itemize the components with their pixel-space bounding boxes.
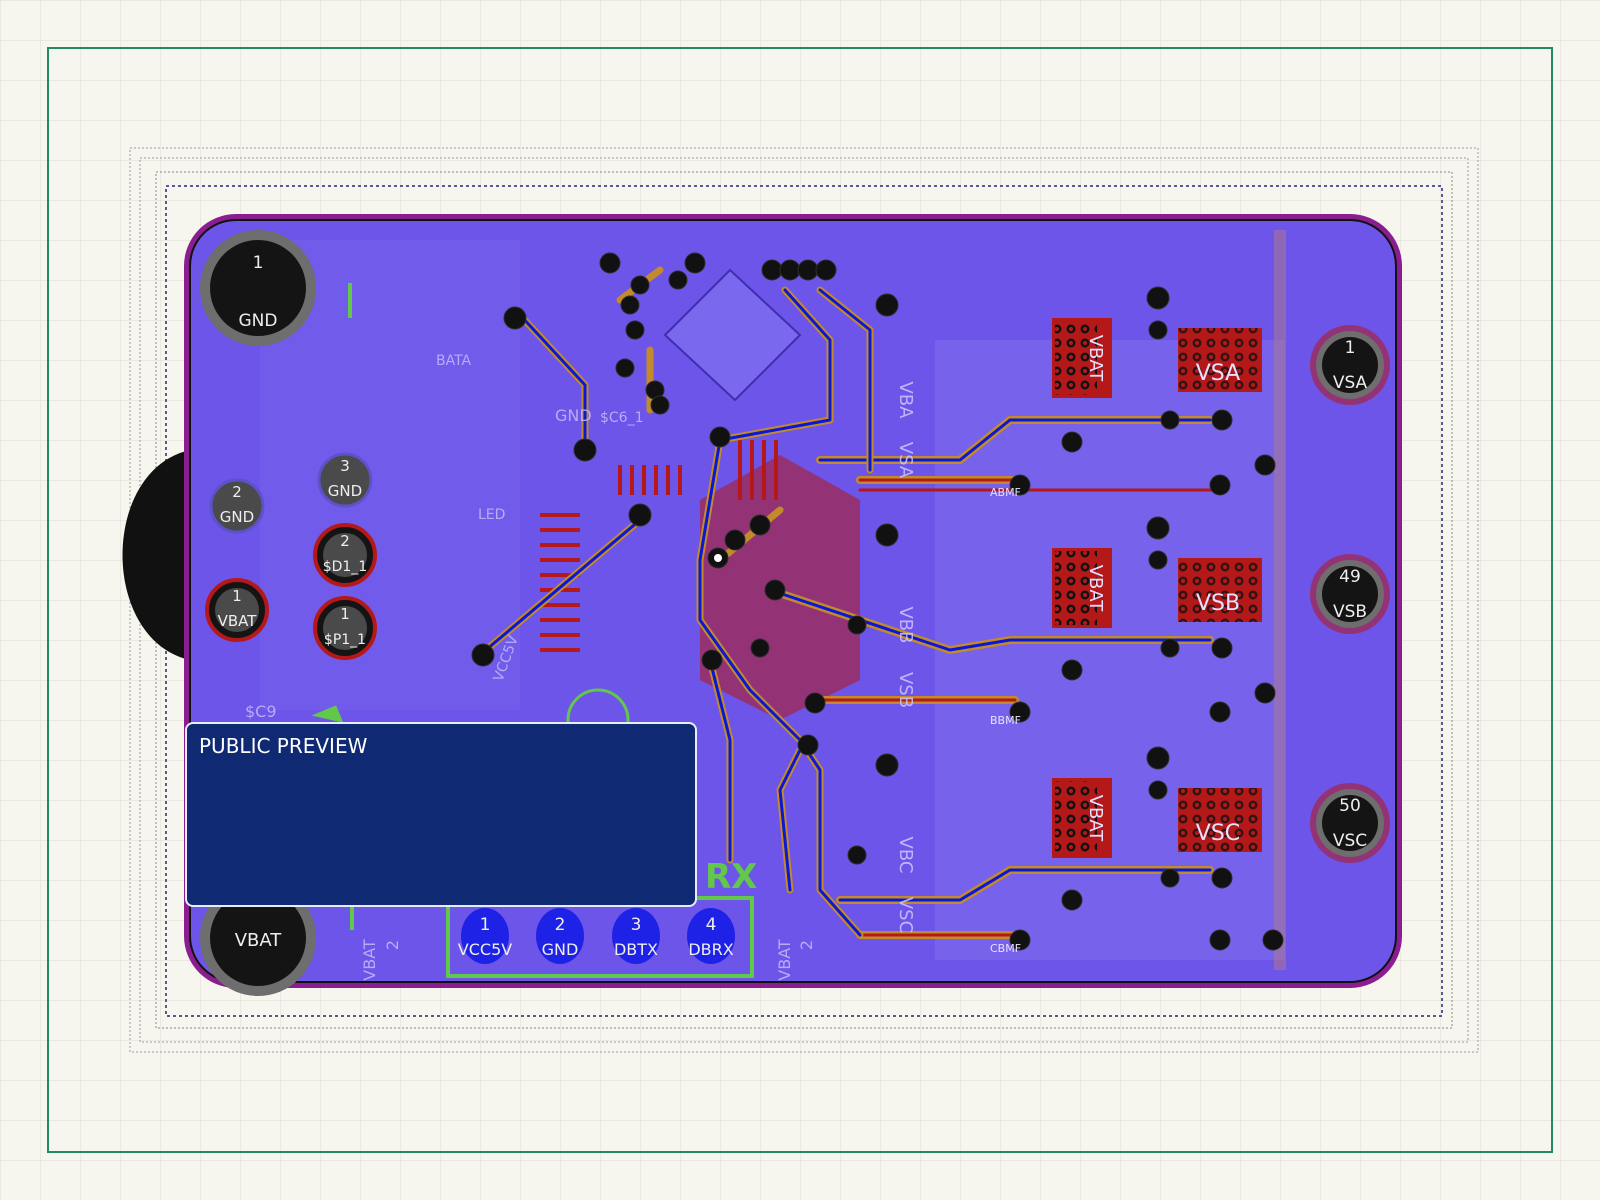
pad-number: 2: [232, 483, 242, 501]
hole-label: VSA: [1333, 373, 1368, 393]
hole-label: VSC: [1333, 831, 1367, 851]
side-label-vsa: VSA: [895, 442, 916, 479]
edge-strip: [1274, 230, 1286, 970]
vs-label-b: VSB: [1196, 591, 1240, 616]
pad-number: 3: [340, 457, 350, 475]
label-sc6: $C6_1: [600, 410, 644, 426]
label-vbat-bottom: VBAT: [775, 939, 794, 981]
vbat-label-a: VBAT: [1085, 335, 1106, 383]
pad-d1[interactable]: 2 $D1_1: [313, 523, 377, 587]
side-label-vba: VBA: [895, 382, 916, 420]
pad-gnd-3[interactable]: 3 GND: [317, 452, 373, 508]
hole-label: VSB: [1333, 602, 1367, 622]
hole-number: 1: [253, 253, 264, 273]
hole-number: 1: [1345, 338, 1356, 358]
pin-number: 2: [555, 915, 566, 935]
pad-number: 2: [340, 532, 350, 550]
hole-label: VBAT: [235, 930, 283, 951]
header-pin-2[interactable]: 2 GND: [536, 908, 584, 964]
pcb-editor-canvas[interactable]: RX 1 GND VBAT 1 VSA 49 VSB 50 VSC 3 GND: [0, 0, 1600, 1200]
vbat-label-b: VBAT: [1085, 565, 1106, 613]
label-gnd-small: GND: [555, 406, 592, 425]
public-preview-panel: PUBLIC PREVIEW: [185, 722, 697, 907]
side-label-vsc: VSC: [895, 897, 916, 933]
mounting-hole-vsa[interactable]: 1 VSA: [1310, 325, 1390, 405]
vs-label-a: VSA: [1196, 361, 1240, 386]
label-bata: BATA: [436, 353, 472, 369]
side-label-vbb: VBB: [895, 606, 916, 643]
header-pin-3[interactable]: 3 DBTX: [612, 908, 660, 964]
hole-number: 50: [1339, 796, 1361, 816]
pad-label: VBAT: [218, 612, 258, 630]
label-vbat-left-num: 2: [383, 940, 402, 950]
public-preview-label: PUBLIC PREVIEW: [199, 734, 368, 758]
mounting-hole-vsb[interactable]: 49 VSB: [1310, 554, 1390, 634]
mounting-hole-gnd[interactable]: 1 GND: [200, 230, 316, 346]
pin-number: 1: [480, 915, 491, 935]
pad-label: GND: [220, 508, 254, 526]
label-vbat-bottom-num: 2: [797, 940, 816, 950]
bm-label-a: ABMF: [990, 486, 1021, 499]
bm-label-c: CBMF: [990, 942, 1021, 955]
bm-label-b: BBMF: [990, 714, 1021, 727]
label-vbat-left: VBAT: [360, 939, 379, 981]
mounting-hole-vsc[interactable]: 50 VSC: [1310, 783, 1390, 863]
pad-label: $D1_1: [323, 559, 368, 575]
side-label-vsb: VSB: [895, 672, 916, 708]
pad-gnd-2[interactable]: 2 GND: [209, 478, 265, 534]
header-pin-4[interactable]: 4 DBRX: [687, 908, 735, 964]
pad-p1[interactable]: 1 $P1_1: [313, 596, 377, 660]
vbat-label-c: VBAT: [1085, 795, 1106, 843]
hole-number: 49: [1339, 567, 1361, 587]
rx-silkscreen: RX: [705, 857, 757, 897]
pin-label: GND: [542, 940, 579, 959]
pad-number: 1: [232, 587, 242, 605]
pin-number: 4: [706, 915, 717, 935]
pad-label: GND: [328, 482, 362, 500]
pin-label: VCC5V: [458, 940, 512, 959]
side-label-vbc: VBC: [895, 837, 916, 874]
pad-vbat[interactable]: 1 VBAT: [205, 578, 269, 642]
pad-number: 1: [340, 605, 350, 623]
hole-label: GND: [239, 311, 278, 331]
label-led: LED: [478, 507, 505, 523]
label-sc9: $C9: [245, 702, 277, 721]
pin1-marker: [714, 554, 722, 562]
pin-number: 3: [631, 915, 642, 935]
pin-label: DBRX: [688, 940, 733, 959]
pad-label: $P1_1: [324, 632, 366, 648]
vs-label-c: VSC: [1196, 821, 1240, 846]
pin-label: DBTX: [614, 940, 658, 959]
